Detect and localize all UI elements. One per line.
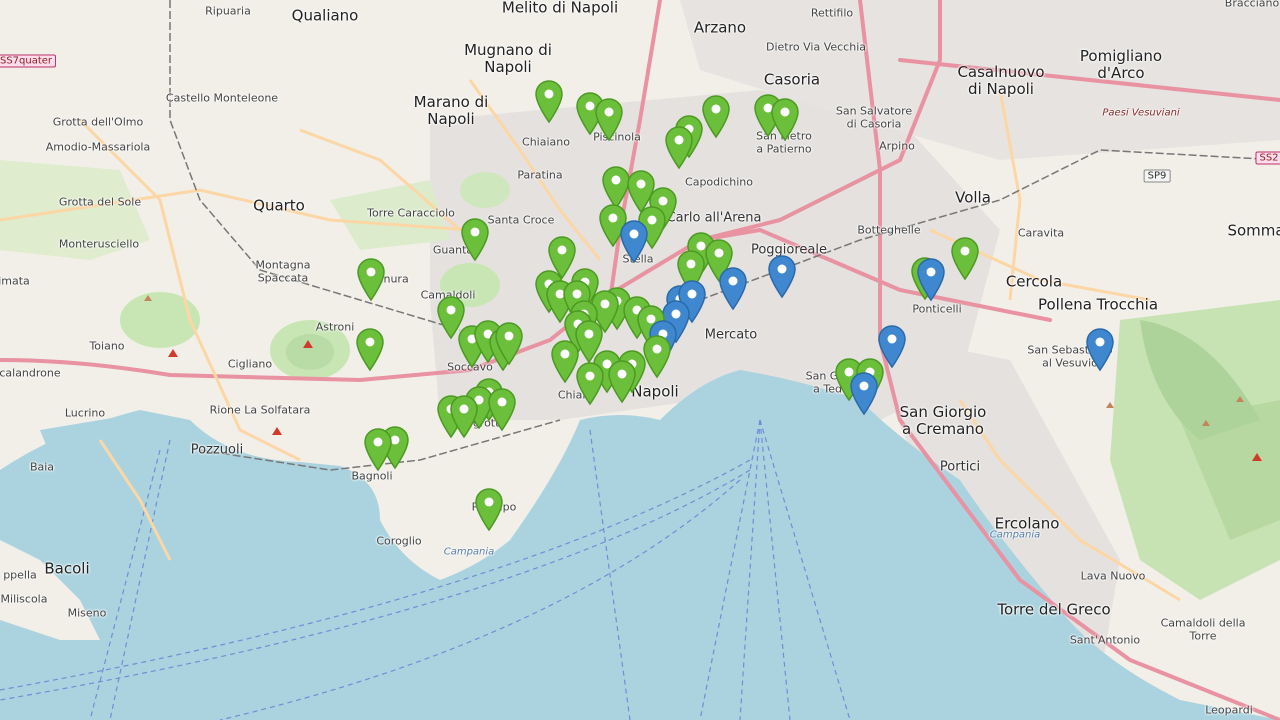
place-label: Dietro Via Vecchia [766,40,866,54]
place-label: Caravita [1017,226,1065,240]
map-marker-green-icon[interactable] [606,358,638,404]
place-label: Camaldoli della Torre [1160,616,1246,642]
place-label: Miseno [67,606,107,620]
map-marker-green-icon[interactable] [362,426,394,472]
map-view[interactable]: Qualiano Melito di Napoli Arzano Rettifilo R… [0,0,1280,720]
place-label: Bagnoli [351,469,393,483]
map-marker-green-icon[interactable] [493,320,525,366]
place-label: Chiaiano [522,135,570,149]
place-label: Grotta del Sole [58,195,142,209]
place-label: Lava Nuovo [1080,569,1146,583]
map-marker-blue-icon[interactable] [915,256,947,302]
road-shield: SS2 [1255,151,1280,165]
place-label: Quarto [253,196,305,215]
place-label: Ripuaria [205,4,251,18]
map-marker-green-icon[interactable] [486,386,518,432]
place-label: Leopardi [1205,703,1253,717]
place-label: imata [0,274,30,288]
map-marker-blue-icon[interactable] [766,253,798,299]
place-label: Capodichino [685,175,753,189]
place-label: Pollena Trocchia [1037,295,1159,314]
place-label: Paratina [517,168,563,182]
place-label: Marano di Napoli [413,92,489,128]
italic-label: Campania [443,546,495,558]
place-label: Rettifilo [810,6,854,20]
map-marker-green-icon[interactable] [473,486,505,532]
place-label: Casalnuovo di Napoli [957,62,1045,98]
place-label: Montagna Spaccata [255,258,311,284]
map-marker-green-icon[interactable] [574,360,606,406]
place-label: Ponticelli [912,302,962,316]
place-label: Cigliano [227,357,273,371]
place-label: Lucrino [64,406,106,420]
place-label: Santa Croce [487,213,555,227]
place-label: San Salvatore di Casoria [835,104,913,130]
place-label: Carlo all'Arena [666,210,762,226]
map-marker-blue-icon[interactable] [618,218,650,264]
road-shield: SS7quater [0,54,57,68]
place-label: Somma [1227,221,1280,240]
italic-label: Bracciano [1224,0,1280,10]
map-marker-blue-icon[interactable] [717,265,749,311]
place-label: Castello Monteleone [165,91,279,105]
place-label: Arpino [879,139,915,153]
place-label: Bacoli [44,559,90,578]
place-label: Melito di Napoli [501,0,619,17]
place-label: Rione La Solfatara [209,403,311,417]
place-label: Astroni [315,320,355,334]
map-marker-blue-icon[interactable] [848,370,880,416]
map-marker-green-icon[interactable] [533,78,565,124]
place-label: Baia [29,460,55,474]
place-label: Arzano [693,18,747,37]
place-label: Qualiano [291,6,359,25]
place-label: Torre del Greco [997,600,1111,619]
place-label: ppella [3,568,37,582]
map-marker-green-icon[interactable] [355,256,387,302]
place-label: San Giorgio a Cremano [899,402,987,438]
map-marker-green-icon[interactable] [459,216,491,262]
place-label: Volla [955,188,991,207]
place-label: Torre Caracciolo [367,206,455,220]
place-label: calandrone [0,366,61,380]
place-label: Cercola [1005,272,1063,291]
place-label: Pomigliano d'Arco [1079,46,1163,82]
map-marker-green-icon[interactable] [593,96,625,142]
map-marker-green-icon[interactable] [949,235,981,281]
map-marker-green-icon[interactable] [769,96,801,142]
place-label: Mugnano di Napoli [464,40,552,76]
place-label: Coroglio [376,534,422,548]
place-label: Pozzuoli [190,442,244,458]
place-label: Grotta dell'Olmo [52,115,144,129]
map-marker-green-icon[interactable] [448,393,480,439]
place-label: Amodio-Massariola [45,140,151,154]
place-label: Botteghelle [857,223,921,237]
place-label: Miliscola [0,592,48,606]
road-shield: SP9 [1143,169,1171,183]
place-label: Sant'Antonio [1069,633,1141,647]
italic-label: Campania [989,529,1041,541]
place-label: Monterusciello [58,237,140,251]
italic-label: Paesi Vesuviani [1102,107,1180,119]
map-marker-blue-icon[interactable] [1084,326,1116,372]
place-label: Casoria [763,70,821,89]
place-label: Toiano [89,339,125,353]
place-label: Portici [939,459,981,475]
place-label: Mercato [704,327,758,343]
map-marker-green-icon[interactable] [354,326,386,372]
map-marker-green-icon[interactable] [663,124,695,170]
